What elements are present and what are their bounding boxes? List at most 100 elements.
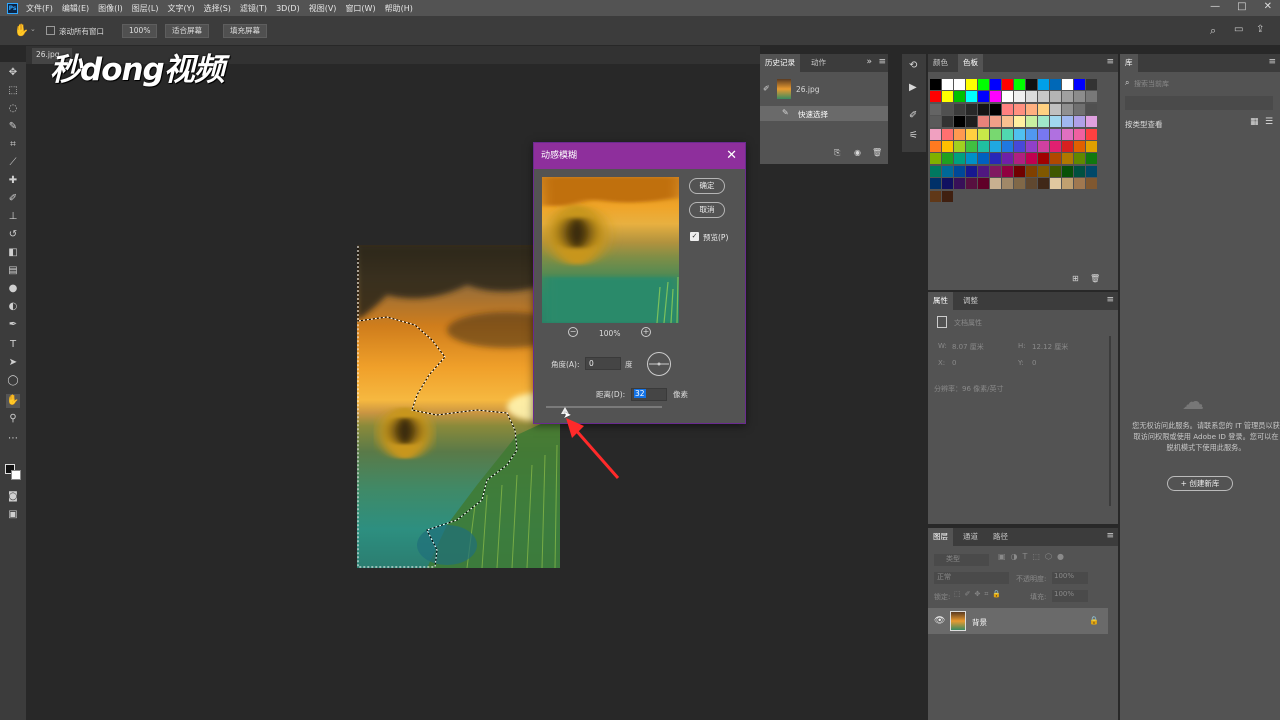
color-swatch[interactable] <box>1026 178 1037 190</box>
angle-dial-icon[interactable] <box>646 351 672 377</box>
tab-layers[interactable]: 图层 <box>928 528 953 546</box>
panel-menu-icon[interactable]: ≡ <box>1106 57 1114 67</box>
history-brush-icon[interactable]: ↺ <box>6 228 20 242</box>
color-swatch[interactable] <box>990 153 1001 165</box>
color-swatch[interactable] <box>1074 116 1085 128</box>
color-swatch[interactable] <box>930 165 941 177</box>
color-swatch[interactable] <box>954 128 965 140</box>
color-swatch[interactable] <box>942 153 953 165</box>
color-swatch[interactable] <box>930 153 941 165</box>
color-swatch[interactable] <box>1026 141 1037 152</box>
menu-help[interactable]: 帮助(H) <box>385 3 413 14</box>
angle-input[interactable]: 0 <box>585 357 621 370</box>
fill-input[interactable]: 100% <box>1052 590 1088 602</box>
color-swatch[interactable] <box>1038 178 1049 190</box>
workspace-icon[interactable]: ▭ <box>1234 24 1243 35</box>
color-swatch[interactable] <box>1062 153 1073 165</box>
color-swatch[interactable] <box>978 128 989 140</box>
hand-tool-icon[interactable]: ✋ <box>14 23 29 37</box>
color-swatch[interactable] <box>1038 153 1049 165</box>
color-swatch[interactable] <box>1086 91 1097 103</box>
text-tool-icon[interactable]: T <box>6 338 20 352</box>
color-swatch[interactable] <box>1002 178 1013 190</box>
color-swatch[interactable] <box>1086 79 1097 90</box>
zoom-out-icon[interactable]: − <box>568 327 578 337</box>
color-swatch[interactable] <box>966 165 977 177</box>
panel-menu-icon[interactable]: ≡ <box>1268 57 1276 67</box>
color-swatch[interactable] <box>990 116 1001 128</box>
more-tools-icon[interactable]: ⋯ <box>6 432 20 446</box>
color-swatch[interactable] <box>978 165 989 177</box>
menu-edit[interactable]: 编辑(E) <box>62 3 89 14</box>
color-swatch[interactable] <box>1014 153 1025 165</box>
share-icon[interactable]: ⇪ <box>1256 24 1264 35</box>
fit-screen-button[interactable]: 适合屏幕 <box>165 24 209 38</box>
brush-tool-icon[interactable]: ✐ <box>6 192 20 206</box>
ok-button[interactable]: 确定 <box>689 178 725 194</box>
color-swatch[interactable] <box>1086 165 1097 177</box>
color-swatch[interactable] <box>1014 91 1025 103</box>
color-swatch[interactable] <box>990 103 1001 115</box>
color-swatch[interactable] <box>1002 141 1013 152</box>
chevron-down-icon[interactable]: ⌄ <box>30 25 36 33</box>
cancel-button[interactable]: 取消 <box>689 202 725 218</box>
color-swatch[interactable] <box>954 116 965 128</box>
color-swatch[interactable] <box>1014 141 1025 152</box>
color-swatch[interactable] <box>1074 103 1085 115</box>
color-swatch[interactable] <box>1050 128 1061 140</box>
color-swatch[interactable] <box>1062 128 1073 140</box>
tab-paths[interactable]: 路径 <box>988 528 1013 546</box>
distance-input[interactable]: 32 <box>631 388 667 401</box>
color-swatch[interactable] <box>942 79 953 90</box>
color-swatch[interactable] <box>978 79 989 90</box>
color-swatch[interactable] <box>942 165 953 177</box>
blend-mode-select[interactable]: 正常 <box>934 572 1009 584</box>
color-swatch[interactable] <box>1074 178 1085 190</box>
fill-screen-button[interactable]: 填充屏幕 <box>223 24 267 38</box>
gradient-tool-icon[interactable]: ▤ <box>6 264 20 278</box>
color-swatch[interactable] <box>1074 128 1085 140</box>
color-swatch[interactable] <box>930 141 941 152</box>
color-swatch[interactable] <box>1050 79 1061 90</box>
color-swatch[interactable] <box>978 91 989 103</box>
history-snapshot[interactable]: ✐ 26.jpg <box>760 76 890 104</box>
color-swatch[interactable] <box>1062 116 1073 128</box>
zoom-percent-button[interactable]: 100% <box>122 24 158 38</box>
maximize-icon[interactable]: □ <box>1237 1 1246 12</box>
hand-tool-icon[interactable]: ✋ <box>6 394 20 408</box>
color-swatch[interactable] <box>930 178 941 190</box>
opacity-input[interactable]: 100% <box>1052 572 1088 584</box>
color-swatch[interactable] <box>978 153 989 165</box>
color-swatch[interactable] <box>1074 79 1085 90</box>
lock-icons[interactable]: ⬚✐✥⌗🔒 <box>954 590 1005 599</box>
snapshot-camera-icon[interactable]: ◉ <box>854 148 861 157</box>
color-swatch[interactable] <box>1038 103 1049 115</box>
panel-menu-icon[interactable]: ≡ <box>878 57 886 67</box>
collapse-icon[interactable]: » <box>866 57 872 67</box>
view-by-type[interactable]: 按类型查看 <box>1125 119 1163 130</box>
tab-channels[interactable]: 通道 <box>958 528 983 546</box>
layer-filter-icons[interactable]: ▣◑T⬚⬡● <box>998 552 1069 561</box>
color-swatch[interactable] <box>954 165 965 177</box>
layer-row[interactable]: 👁 背景 🔒 <box>928 608 1108 634</box>
zoom-in-icon[interactable]: + <box>641 327 651 337</box>
color-swatch[interactable] <box>1014 103 1025 115</box>
color-swatch[interactable] <box>966 141 977 152</box>
color-swatch[interactable] <box>1002 128 1013 140</box>
eyedropper-tool-icon[interactable]: ⟋ <box>6 156 20 170</box>
color-swatch[interactable] <box>1086 141 1097 152</box>
library-search-input[interactable]: 搜索当前库 <box>1134 79 1169 89</box>
trash-icon[interactable]: 🗑 <box>872 148 882 157</box>
adjust-icon[interactable]: ⚟ <box>909 130 918 141</box>
color-swatch[interactable] <box>930 79 941 90</box>
color-swatch[interactable] <box>1062 165 1073 177</box>
color-swatch[interactable] <box>930 190 941 202</box>
list-view-icon[interactable]: ☰ <box>1265 117 1273 127</box>
color-swatch[interactable] <box>978 141 989 152</box>
color-swatch[interactable] <box>1026 128 1037 140</box>
color-swatch[interactable] <box>1086 103 1097 115</box>
color-swatch[interactable] <box>954 178 965 190</box>
color-swatch[interactable] <box>1062 141 1073 152</box>
blur-preview[interactable] <box>542 177 679 323</box>
color-swatch[interactable] <box>1038 128 1049 140</box>
